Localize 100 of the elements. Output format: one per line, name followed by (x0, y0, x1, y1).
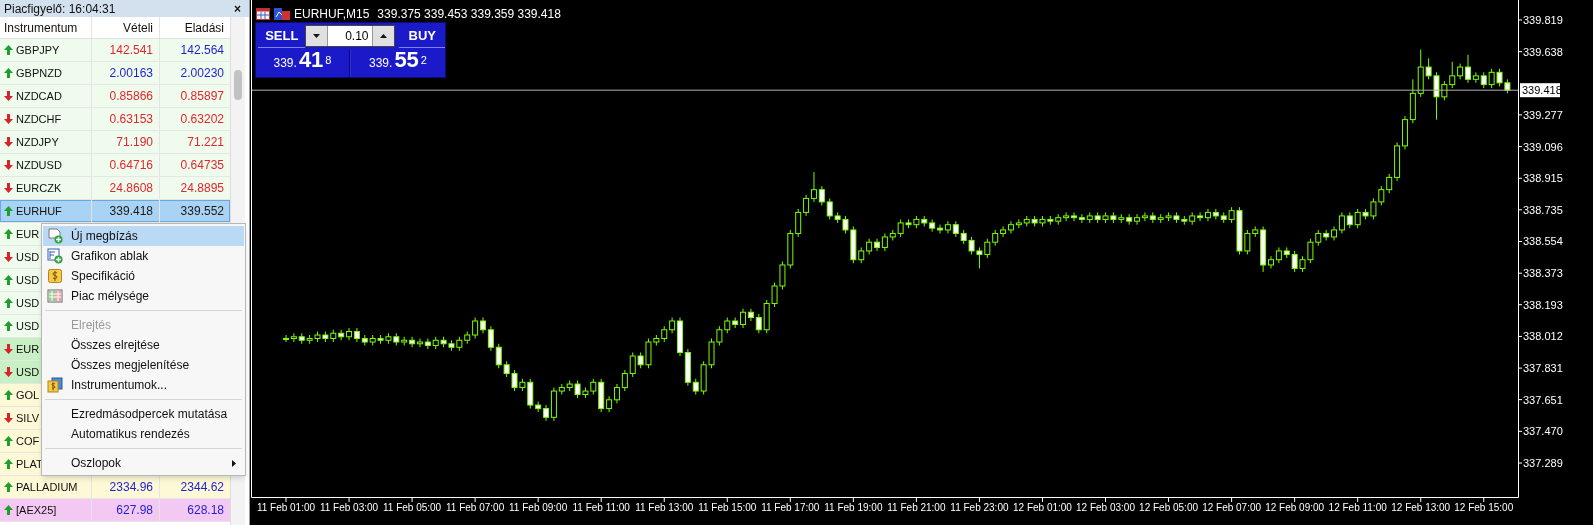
price-text: 24.8608 (109, 181, 153, 195)
symbol-text: GBPNZD (16, 65, 62, 81)
time-label: 11 Feb 15:00 (698, 502, 757, 513)
price-label: 337.831 (1523, 362, 1563, 375)
menu-item[interactable]: Új megbízás (43, 226, 244, 246)
watch-row[interactable]: NZDCHF 0.63153 0.63202 (0, 108, 230, 131)
symbol-text: NZDUSD (16, 157, 62, 173)
price-label: 337.470 (1523, 425, 1563, 438)
price-text: 0.85897 (180, 89, 224, 103)
grid-icon (47, 288, 63, 304)
symbol-text: GOL (16, 387, 40, 403)
price-text: 339.552 (180, 204, 224, 218)
time-label: 11 Feb 21:00 (887, 502, 946, 513)
menu-item[interactable]: Összes megjelenítése (43, 355, 244, 375)
price-text: 2344.62 (180, 480, 224, 494)
scrollbar-thumb[interactable] (234, 70, 242, 100)
symbol-text: [AEX25] (16, 502, 57, 518)
ohlc-values: 339.375 339.453 339.359 339.418 (377, 6, 561, 23)
close-button[interactable]: × (230, 2, 245, 15)
buy-button[interactable]: BUY (399, 24, 445, 48)
watch-row[interactable]: NZDUSD 0.64716 0.64735 (0, 154, 230, 177)
symbol-text: NZDJPY (16, 134, 59, 150)
symbol-text: USD (16, 249, 40, 265)
chart-symbol: EURHUF,M15 (294, 6, 370, 23)
chart-icon (274, 8, 290, 20)
document-plus-icon (47, 228, 63, 244)
symbol-text: NZDCAD (16, 88, 62, 104)
symbol-text: EURHUF (16, 203, 62, 219)
symbol-text: GBPJPY (16, 42, 60, 58)
time-label: 12 Feb 15:00 (1454, 502, 1514, 513)
price-label: 338.373 (1523, 267, 1563, 280)
symbol-text: EUR (16, 226, 40, 242)
menu-item[interactable]: Grafikon ablak (43, 246, 244, 266)
submenu-arrow-icon (232, 459, 236, 467)
time-label: 11 Feb 19:00 (824, 502, 883, 513)
price-text: 71.190 (116, 135, 153, 149)
price-label: 339.277 (1523, 108, 1563, 121)
watch-row[interactable]: EURCZK 24.8608 24.8895 (0, 177, 230, 200)
price-label: 338.554 (1523, 235, 1563, 248)
menu-item[interactable]: Ezredmásodpercek mutatása (43, 404, 244, 424)
watch-row[interactable]: EURHUF 339.418 339.552 (0, 200, 230, 223)
price-text: 71.221 (187, 135, 224, 149)
time-label: 11 Feb 09:00 (509, 502, 568, 513)
price-text: 0.64735 (180, 158, 224, 172)
menu-item[interactable]: Oszlopok (43, 453, 244, 473)
price-text: 142.541 (109, 43, 153, 57)
time-label: 12 Feb 09:00 (1265, 502, 1325, 513)
menu-item[interactable]: Összes elrejtése (43, 335, 244, 355)
symbol-text: EURCZK (16, 180, 62, 196)
symbol-text: USD (16, 295, 40, 311)
symbol-text: PLAT (16, 456, 43, 472)
price-text: 2.00230 (180, 66, 224, 80)
watch-row[interactable]: [AEX25] 627.98 628.18 (0, 499, 230, 522)
menu-item[interactable]: Specifikáció (43, 266, 244, 286)
time-label: 11 Feb 13:00 (635, 502, 694, 513)
panel-title: Piacfigyelő: 16:04:31 (4, 0, 116, 18)
menu-item[interactable]: Automatikus rendezés (43, 424, 244, 444)
price-text: 339.418 (109, 204, 153, 218)
dollar-folder-icon (47, 377, 63, 393)
time-label: 11 Feb 11:00 (572, 502, 630, 513)
price-label: 338.012 (1523, 330, 1563, 343)
price-text: 2334.96 (109, 480, 153, 494)
watch-row[interactable]: PALLADIUM 2334.96 2344.62 (0, 476, 230, 499)
column-header[interactable]: Vételi (92, 17, 160, 38)
column-header[interactable]: Instrumentum (0, 17, 92, 38)
price-label: 337.289 (1523, 457, 1563, 470)
chart-plus-icon (47, 248, 63, 264)
price-text: 0.64716 (109, 158, 153, 172)
price-text: 24.8895 (180, 181, 224, 195)
time-label: 11 Feb 23:00 (950, 502, 1009, 513)
symbol-text: PALLADIUM (16, 479, 78, 495)
symbol-text: SILV (16, 410, 40, 426)
watch-row[interactable]: GBPNZD 2.00163 2.00230 (0, 62, 230, 85)
symbol-text: EUR (16, 341, 40, 357)
time-label: 12 Feb 03:00 (1076, 502, 1135, 513)
price-label: 339.638 (1523, 45, 1563, 58)
column-header[interactable]: Eladási (160, 17, 230, 38)
time-label: 11 Feb 17:00 (761, 502, 820, 513)
price-label: 339.819 (1523, 13, 1563, 26)
symbol-text: USD (16, 318, 40, 334)
menu-item[interactable]: Instrumentumok... (43, 375, 244, 395)
table-icon (256, 8, 270, 20)
time-label: 11 Feb 03:00 (319, 502, 379, 513)
symbol-text: USD (16, 364, 40, 380)
price-text: 0.63153 (109, 112, 153, 126)
watch-row[interactable]: GBPJPY 142.541 142.564 (0, 39, 230, 62)
price-label: 338.735 (1523, 203, 1563, 216)
watch-row[interactable]: NZDCAD 0.85866 0.85897 (0, 85, 230, 108)
time-label: 11 Feb 01:00 (256, 502, 316, 513)
price-text: 0.63202 (180, 112, 224, 126)
price-text: 628.18 (187, 503, 224, 517)
price-label: 337.651 (1523, 393, 1563, 406)
time-label: 11 Feb 07:00 (446, 502, 505, 513)
price-text: 2.00163 (109, 66, 153, 80)
watch-row[interactable]: NZDJPY 71.190 71.221 (0, 131, 230, 154)
price-label: 339.096 (1523, 140, 1563, 153)
menu-item[interactable]: Piac mélysége (43, 286, 244, 306)
price-label: 338.915 (1523, 172, 1563, 185)
price-text: 0.85866 (109, 89, 153, 103)
symbol-text: USD (16, 272, 40, 288)
